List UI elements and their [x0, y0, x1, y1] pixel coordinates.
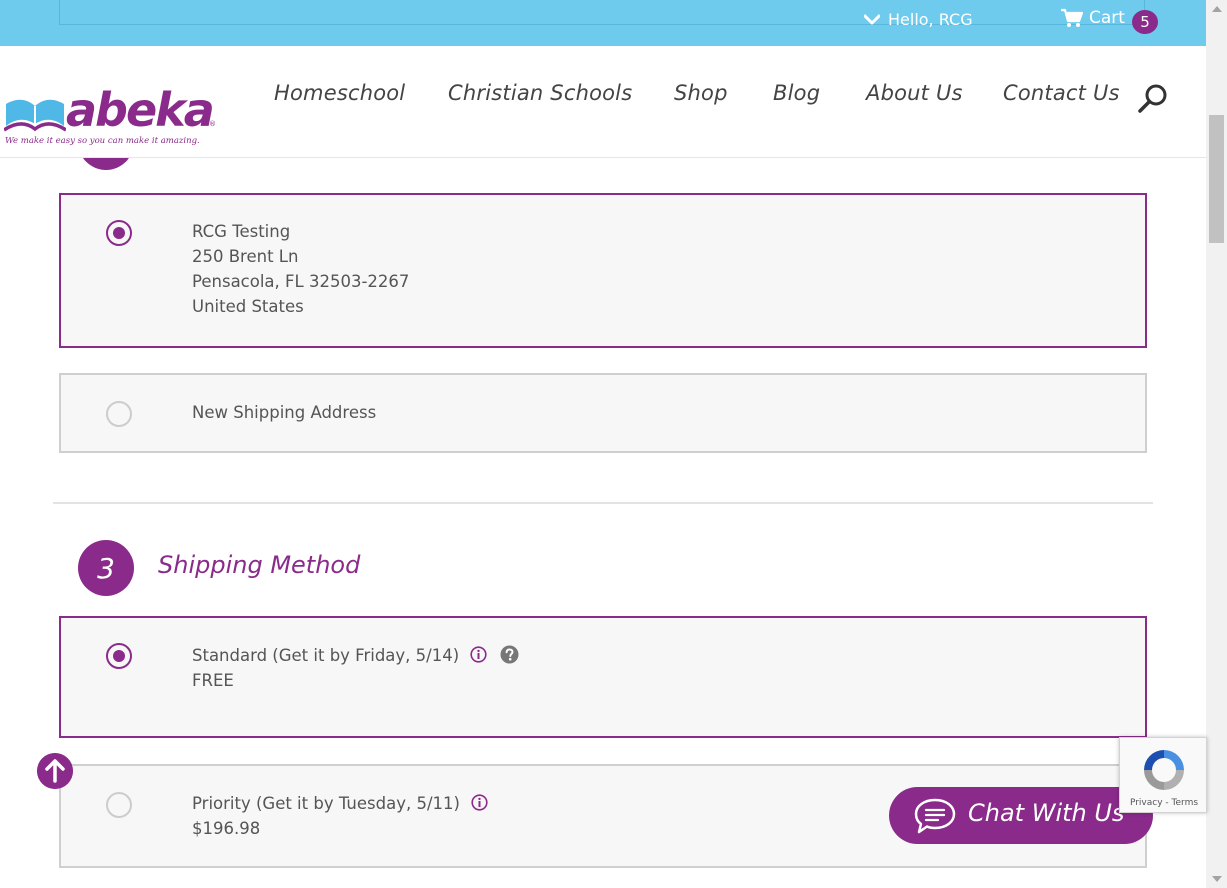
chat-label: Chat With Us [968, 799, 1125, 827]
logo-tagline: We make it easy so you can make it amazi… [5, 136, 200, 146]
nav-christian-schools[interactable]: Christian Schools [448, 81, 632, 105]
priority-shipping-label: Priority (Get it by Tuesday, 5/11) [192, 794, 460, 813]
logo-wordmark: abeka [66, 83, 215, 137]
recaptcha-privacy-link[interactable]: Privacy [1130, 798, 1163, 808]
cart-count-badge: 5 [1132, 10, 1158, 34]
standard-shipping-label: Standard (Get it by Friday, 5/14) [192, 646, 460, 665]
chat-bubble-icon [914, 798, 956, 834]
search-icon[interactable] [1137, 83, 1169, 115]
page-scrollbar[interactable] [1206, 0, 1227, 888]
info-icon[interactable] [471, 794, 488, 811]
saved-address: RCG Testing 250 Brent Ln Pensacola, FL 3… [192, 219, 409, 319]
new-address-text: New Shipping Address [192, 403, 377, 422]
logo-registered: ® [209, 120, 216, 128]
step-number-badge: 3 [78, 540, 134, 596]
shipping-option-standard[interactable]: Standard (Get it by Friday, 5/14) FREE [59, 616, 1147, 738]
section-divider [53, 502, 1153, 504]
address-country: United States [192, 297, 304, 316]
scroll-down-arrow-icon[interactable] [1212, 876, 1222, 882]
standard-shipping-price: FREE [192, 671, 234, 690]
priority-shipping-details: Priority (Get it by Tuesday, 5/11) $196.… [192, 791, 488, 841]
account-menu[interactable]: Hello, RCG [864, 10, 973, 29]
utility-bar: Hello, RCG Cart 5 [0, 0, 1206, 46]
arrow-up-icon[interactable] [37, 753, 73, 789]
address-radio-saved[interactable] [106, 220, 132, 246]
shipping-radio-standard[interactable] [106, 643, 132, 669]
help-icon[interactable] [500, 645, 519, 664]
priority-shipping-price: $196.98 [192, 819, 261, 838]
book-logo-icon [4, 99, 66, 132]
nav-shop[interactable]: Shop [674, 81, 728, 105]
new-address-label: New Shipping Address [192, 400, 376, 425]
nav-about-us[interactable]: About Us [866, 81, 963, 105]
chevron-down-icon [864, 14, 880, 24]
address-option-new[interactable]: New Shipping Address [59, 373, 1147, 453]
nav-contact-us[interactable]: Contact Us [1003, 81, 1120, 105]
cart-icon [1061, 8, 1083, 27]
recaptcha-links: Privacy - Terms [1120, 798, 1208, 808]
address-option-saved[interactable]: RCG Testing 250 Brent Ln Pensacola, FL 3… [59, 193, 1147, 348]
address-street: 250 Brent Ln [192, 247, 299, 266]
address-city-state-zip: Pensacola, FL 32503-2267 [192, 272, 410, 291]
account-greeting: Hello, RCG [888, 10, 973, 29]
cart-label: Cart [1089, 8, 1125, 28]
scroll-thumb[interactable] [1209, 115, 1224, 243]
nav-blog[interactable]: Blog [773, 81, 820, 105]
nav-homeschool[interactable]: Homeschool [274, 81, 405, 105]
standard-shipping-details: Standard (Get it by Friday, 5/14) FREE [192, 643, 519, 693]
recaptcha-separator: - [1165, 798, 1169, 808]
recaptcha-badge[interactable]: Privacy - Terms [1119, 737, 1207, 813]
section-title: Shipping Method [158, 551, 361, 579]
site-header: abeka ® We make it easy so you can make … [0, 46, 1206, 158]
info-icon[interactable] [470, 646, 488, 663]
address-name: RCG Testing [192, 222, 291, 241]
abeka-logo[interactable]: abeka ® We make it easy so you can make … [4, 84, 219, 150]
recaptcha-icon [1144, 750, 1184, 790]
scroll-up-arrow-icon[interactable] [1212, 6, 1222, 12]
recaptcha-terms-link[interactable]: Terms [1172, 798, 1199, 808]
cart-link[interactable]: Cart 5 [1061, 8, 1158, 34]
previous-section-box [59, 0, 1145, 25]
chat-with-us-button[interactable]: Chat With Us [889, 787, 1153, 844]
shipping-radio-priority[interactable] [106, 792, 132, 818]
address-radio-new[interactable] [106, 401, 132, 427]
